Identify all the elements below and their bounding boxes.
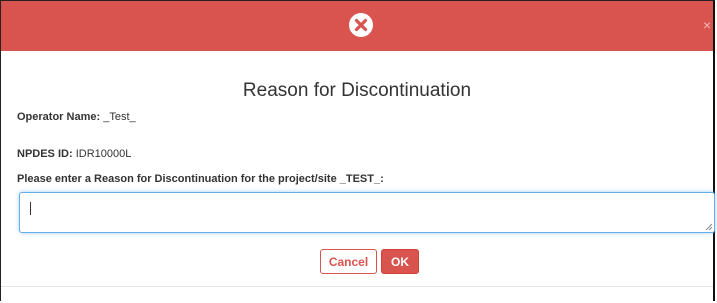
npdes-id-row: NPDES ID: IDR10000L	[17, 148, 131, 160]
operator-name-row: Operator Name: _Test_	[17, 111, 136, 123]
discontinuation-dialog: × Reason for Discontinuation Operator Na…	[0, 0, 715, 301]
npdes-id-label: NPDES ID:	[17, 148, 73, 160]
dialog-header: ×	[1, 1, 713, 51]
npdes-id-value: IDR10000L	[75, 148, 132, 160]
dialog-title: Reason for Discontinuation	[242, 80, 472, 101]
text-caret	[30, 202, 31, 215]
operator-name-label: Operator Name:	[17, 111, 101, 123]
ok-button[interactable]: OK	[381, 249, 419, 274]
cancel-button[interactable]: Cancel	[320, 249, 377, 274]
reason-prompt-text: Please enter a Reason for Discontinuatio…	[17, 173, 384, 185]
reason-prompt: Please enter a Reason for Discontinuatio…	[17, 173, 384, 185]
resize-grip-icon[interactable]	[705, 223, 712, 230]
close-icon[interactable]: ×	[703, 18, 713, 32]
error-x-circle-icon	[349, 13, 373, 37]
footer-divider	[1, 286, 713, 287]
reason-textarea[interactable]	[19, 192, 715, 233]
operator-name-value: _Test_	[103, 111, 136, 123]
